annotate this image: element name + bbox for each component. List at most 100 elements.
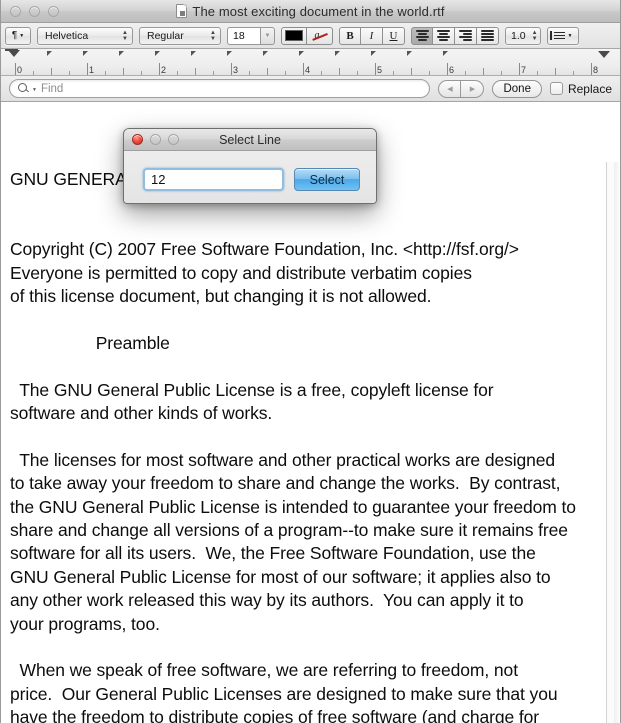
text-color-button[interactable] (281, 26, 307, 45)
dialog-title-bar[interactable]: Select Line (124, 129, 376, 151)
font-size-control: 18 ▼ (227, 26, 275, 45)
bullet-list-icon (549, 31, 565, 40)
align-right-button[interactable] (455, 26, 477, 45)
select-line-dialog[interactable]: Select Line 12 Select (123, 128, 377, 204)
tab-stop-marker[interactable] (371, 51, 376, 61)
line-number-input[interactable]: 12 (143, 168, 284, 191)
document-blank-line (10, 636, 594, 659)
rtf-document-icon (176, 4, 188, 18)
tab-stop-marker[interactable] (263, 51, 268, 61)
document-line: price. Our General Public Licenses are d… (10, 683, 558, 704)
tab-stop-marker[interactable] (83, 51, 88, 61)
find-previous-button[interactable]: ◀ (438, 79, 462, 98)
screenshot-root: The most exciting document in the world.… (0, 0, 621, 723)
left-indent-marker[interactable] (8, 50, 20, 57)
text-highlight-button[interactable]: a (307, 26, 333, 45)
text-style-buttons: B I U (339, 26, 405, 45)
text-highlight-icon: a (312, 30, 328, 42)
ruler[interactable]: 0 1 2 3 4 5 6 7 8 (1, 49, 620, 76)
document-line: any other work released this way by its … (10, 590, 524, 611)
document-blank-line (10, 355, 594, 378)
document-line: Preamble (10, 332, 170, 353)
document-line: of this license document, but changing i… (10, 286, 432, 306)
paragraph-style-popup[interactable]: ¶ ▼ (5, 26, 31, 45)
font-style-label: Regular (147, 29, 184, 42)
italic-button[interactable]: I (361, 26, 383, 45)
format-toolbar: ¶ ▼ Helvetica ▲ ▼ Regular ▲ ▼ 18 ▼ a B I… (1, 23, 620, 49)
right-indent-marker[interactable] (598, 51, 610, 58)
underline-button[interactable]: U (383, 26, 405, 45)
tab-stop-marker[interactable] (47, 51, 52, 61)
search-input[interactable]: ▼ Find (9, 79, 431, 98)
find-done-button[interactable]: Done (492, 79, 542, 98)
document-area[interactable]: GNU GENERAL PUBLIC LICENSECopyright (C) … (2, 162, 619, 723)
replace-label: Replace (567, 81, 612, 96)
document-line: The GNU General Public License is a free… (10, 379, 494, 400)
document-line: The licenses for most software and other… (10, 449, 556, 470)
document-page[interactable]: GNU GENERAL PUBLIC LICENSECopyright (C) … (2, 162, 606, 723)
tab-stop-marker[interactable] (407, 51, 412, 61)
chevron-down-icon[interactable]: ▼ (32, 87, 37, 93)
document-line: the GNU General Public License is intend… (10, 496, 576, 517)
font-size-input[interactable]: 18 (227, 26, 260, 45)
select-button[interactable]: Select (294, 168, 360, 191)
document-line: Everyone is permitted to copy and distri… (10, 262, 472, 283)
search-placeholder: Find (40, 82, 64, 95)
font-style-popup[interactable]: Regular ▲ ▼ (139, 26, 221, 45)
tab-stop-marker[interactable] (191, 51, 196, 61)
document-line: share and change all versions of a progr… (10, 520, 568, 541)
document-line: GNU General Public License for most of o… (10, 566, 551, 587)
font-family-popup[interactable]: Helvetica ▲ ▼ (37, 26, 133, 45)
color-controls: a (281, 26, 333, 45)
align-left-button[interactable] (411, 26, 433, 45)
tab-stop-marker[interactable] (335, 51, 340, 61)
dialog-title: Select Line (219, 132, 281, 147)
replace-checkbox[interactable] (549, 82, 563, 95)
document-blank-line (10, 308, 594, 331)
traffic-lights (10, 5, 59, 17)
close-button[interactable] (10, 5, 21, 17)
document-line: software for all its users. We, the Free… (10, 543, 536, 564)
align-justify-button[interactable] (477, 26, 499, 45)
zoom-button[interactable] (48, 5, 59, 17)
font-size-stepper[interactable]: ▼ (260, 26, 275, 45)
window-title: The most exciting document in the world.… (192, 3, 445, 19)
updown-chevron-icon: ▲ ▼ (122, 29, 128, 42)
textedit-window: The most exciting document in the world.… (0, 0, 621, 723)
updown-chevron-icon: ▲ ▼ (210, 29, 216, 42)
line-spacing-popup[interactable]: 1.0 ▲ ▼ (505, 26, 541, 45)
text-color-swatch (285, 30, 303, 41)
tab-stop-marker[interactable] (119, 51, 124, 61)
line-spacing-label: 1.0 (511, 29, 526, 42)
document-line: Copyright (C) 2007 Free Software Foundat… (10, 239, 519, 260)
vertical-scrollbar[interactable] (606, 162, 619, 723)
document-line: your programs, too. (10, 613, 160, 634)
title-center-group: The most exciting document in the world.… (1, 0, 620, 22)
find-navigation: ◀ ▶ (438, 79, 485, 98)
tab-stop-marker[interactable] (443, 51, 448, 61)
scrollbar-track[interactable] (614, 162, 619, 723)
tab-stop-marker[interactable] (299, 51, 304, 61)
document-line: to take away your freedom to share and c… (10, 473, 561, 494)
find-bar: ▼ Find ◀ ▶ Done Replace (1, 76, 620, 102)
dialog-body: 12 Select (124, 151, 376, 203)
document-blank-line (10, 215, 594, 238)
replace-toggle[interactable]: Replace (549, 81, 612, 96)
document-blank-line (10, 425, 594, 448)
minimize-button[interactable] (29, 5, 40, 17)
align-center-button[interactable] (433, 26, 455, 45)
ruler-ticks: 0 1 2 3 4 5 6 7 8 (1, 49, 620, 75)
find-next-button[interactable]: ▶ (461, 79, 485, 98)
chevron-down-icon: ▼ (567, 32, 573, 39)
list-style-popup[interactable]: ▼ (547, 26, 579, 45)
alignment-buttons (411, 26, 499, 45)
title-bar[interactable]: The most exciting document in the world.… (1, 0, 620, 23)
paragraph-mark-icon: ¶ (11, 30, 18, 41)
magnifying-glass-icon (18, 83, 29, 94)
updown-chevron-icon: ▲ ▼ (531, 29, 538, 42)
tab-stop-marker[interactable] (155, 51, 160, 61)
font-family-label: Helvetica (45, 29, 89, 42)
document-line: have the freedom to distribute copies of… (10, 707, 539, 723)
tab-stop-marker[interactable] (227, 51, 232, 61)
bold-button[interactable]: B (339, 26, 361, 45)
